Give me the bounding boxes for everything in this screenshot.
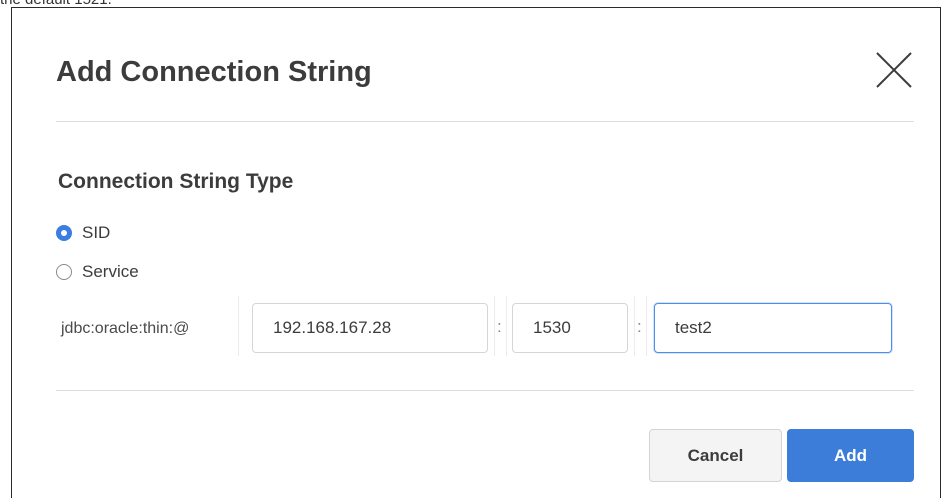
radio-option-sid[interactable]: SID xyxy=(56,221,110,245)
radio-option-service[interactable]: Service xyxy=(56,260,139,284)
jdbc-prefix-label: jdbc:oracle:thin:@ xyxy=(61,320,190,337)
host-input[interactable] xyxy=(252,303,488,353)
port-separator-line xyxy=(634,296,635,356)
host-separator-line-right xyxy=(506,296,507,356)
prefix-separator-line xyxy=(238,296,239,356)
dialog-title: Add Connection String xyxy=(56,56,372,88)
close-icon xyxy=(876,52,912,88)
port-sid-separator: : xyxy=(637,317,642,336)
close-button[interactable] xyxy=(874,50,914,90)
host-separator-line xyxy=(494,296,495,356)
host-port-separator: : xyxy=(497,317,502,336)
radio-sid-label: SID xyxy=(82,223,111,242)
port-separator-line-right xyxy=(646,296,647,356)
header-divider xyxy=(56,121,914,122)
sid-input[interactable] xyxy=(654,303,892,353)
port-input[interactable] xyxy=(512,303,628,353)
add-button[interactable]: Add xyxy=(787,429,914,482)
add-connection-string-dialog: Add Connection String Connection String … xyxy=(11,7,941,498)
section-title: Connection String Type xyxy=(58,170,294,193)
radio-sid[interactable] xyxy=(56,225,72,241)
page: the default 1521. Add Connection String … xyxy=(0,0,948,498)
radio-service-label: Service xyxy=(82,262,139,281)
radio-service[interactable] xyxy=(56,264,72,280)
cancel-button[interactable]: Cancel xyxy=(649,429,782,482)
footer-divider xyxy=(56,390,914,391)
